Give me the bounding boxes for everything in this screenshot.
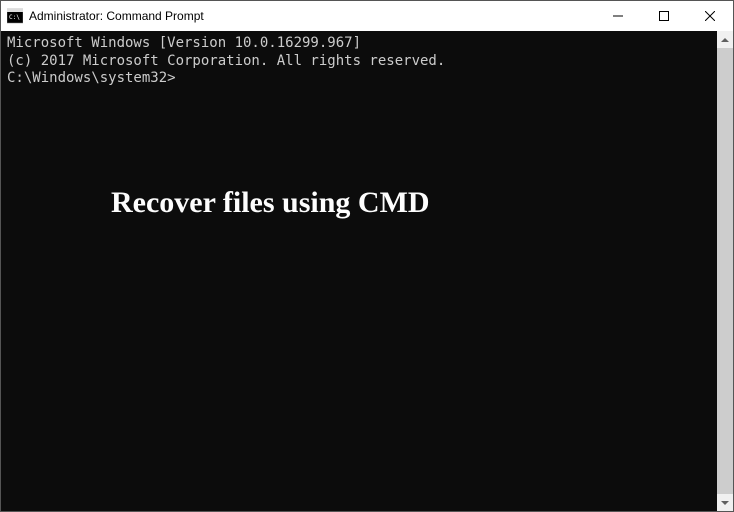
terminal-line: Microsoft Windows [Version 10.0.16299.96… <box>7 35 711 53</box>
scroll-down-arrow-icon[interactable] <box>717 494 733 511</box>
window-controls <box>595 1 733 31</box>
minimize-button[interactable] <box>595 1 641 31</box>
scroll-thumb[interactable] <box>717 48 733 494</box>
titlebar[interactable]: C:\ Administrator: Command Prompt <box>1 1 733 31</box>
window-frame: C:\ Administrator: Command Prompt Micros… <box>0 0 734 512</box>
scroll-up-arrow-icon[interactable] <box>717 31 733 48</box>
scroll-track[interactable] <box>717 48 733 494</box>
terminal-line: (c) 2017 Microsoft Corporation. All righ… <box>7 53 711 71</box>
cmd-icon: C:\ <box>7 8 23 24</box>
maximize-button[interactable] <box>641 1 687 31</box>
terminal-output[interactable]: Microsoft Windows [Version 10.0.16299.96… <box>1 31 717 511</box>
content-area: Microsoft Windows [Version 10.0.16299.96… <box>1 31 733 511</box>
svg-text:C:\: C:\ <box>9 14 20 21</box>
vertical-scrollbar[interactable] <box>717 31 733 511</box>
close-button[interactable] <box>687 1 733 31</box>
window-title: Administrator: Command Prompt <box>29 9 204 23</box>
terminal-prompt: C:\Windows\system32> <box>7 70 711 88</box>
